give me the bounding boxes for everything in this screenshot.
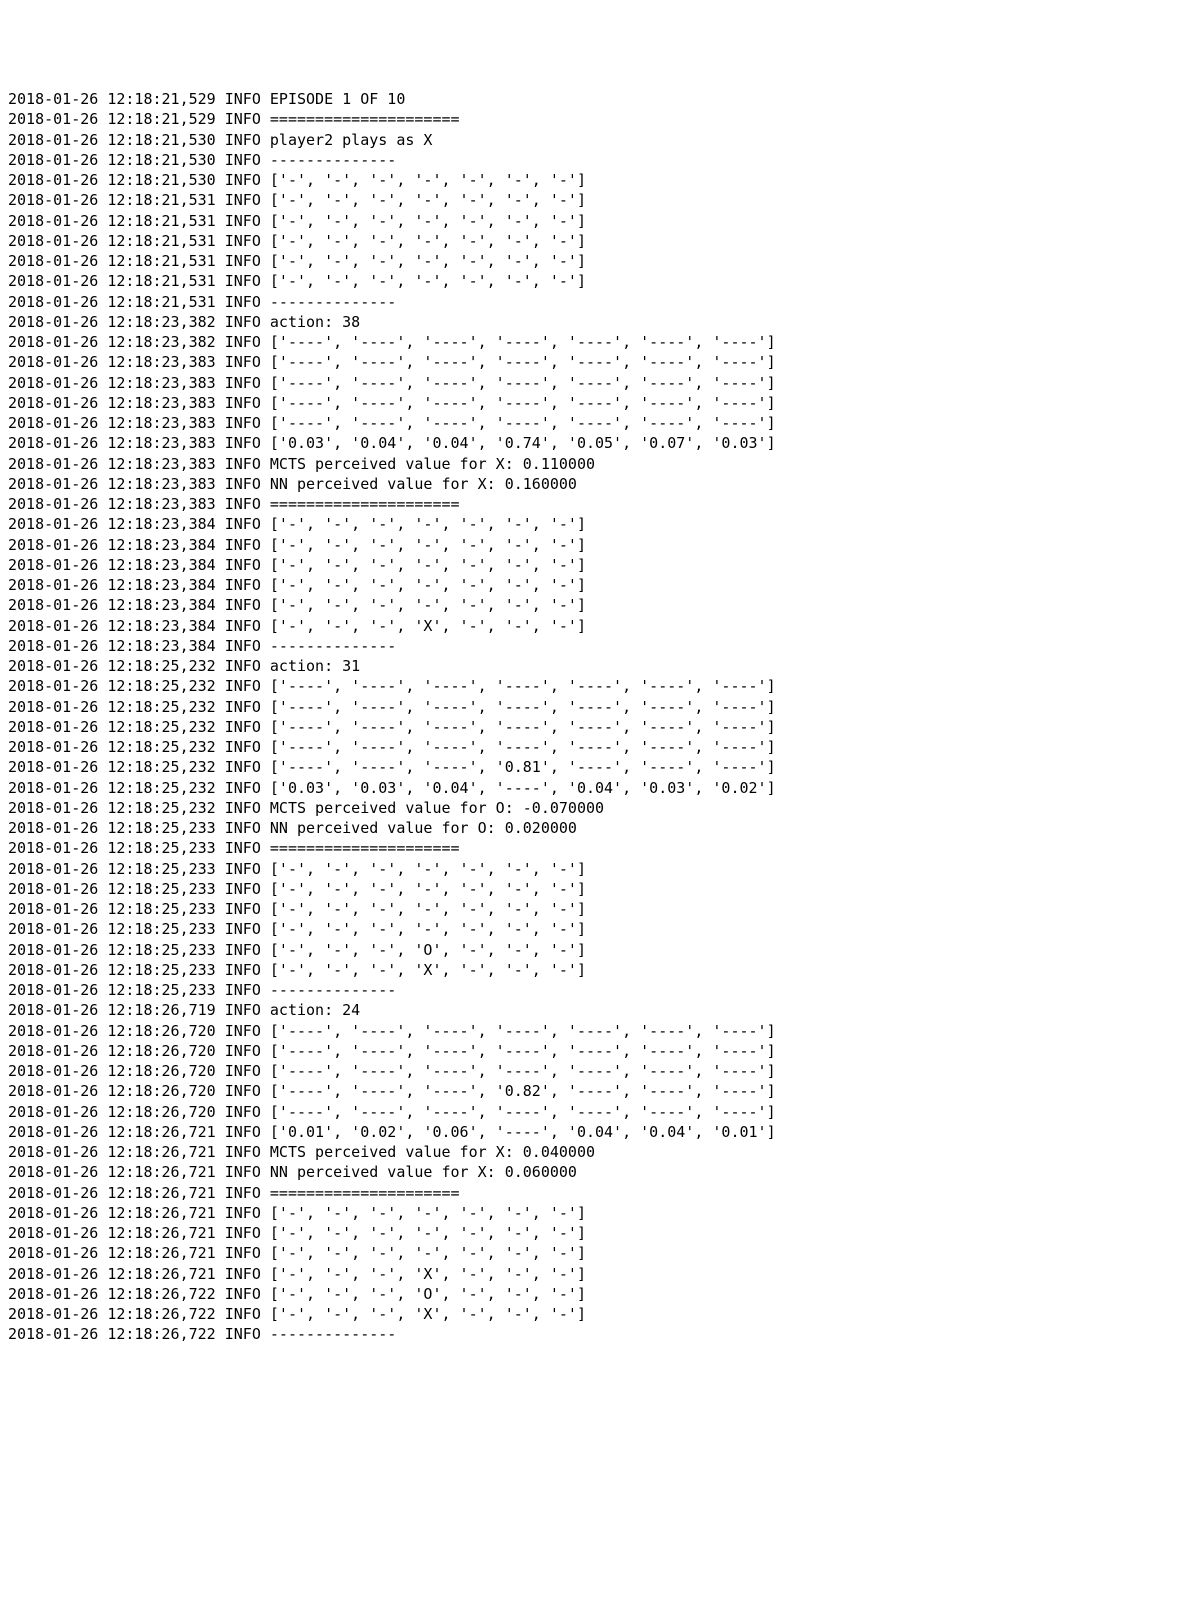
- log-line: 2018-01-26 12:18:26,720 INFO ['----', '-…: [8, 1102, 1178, 1122]
- log-line: 2018-01-26 12:18:21,531 INFO ['-', '-', …: [8, 231, 1178, 251]
- log-line: 2018-01-26 12:18:23,382 INFO action: 38: [8, 312, 1178, 332]
- log-line: 2018-01-26 12:18:25,232 INFO ['----', '-…: [8, 676, 1178, 696]
- log-line: 2018-01-26 12:18:25,233 INFO ['-', '-', …: [8, 960, 1178, 980]
- log-line: 2018-01-26 12:18:26,720 INFO ['----', '-…: [8, 1061, 1178, 1081]
- log-line: 2018-01-26 12:18:21,529 INFO EPISODE 1 O…: [8, 89, 1178, 109]
- log-line: 2018-01-26 12:18:26,721 INFO ===========…: [8, 1183, 1178, 1203]
- log-line: 2018-01-26 12:18:21,531 INFO ['-', '-', …: [8, 251, 1178, 271]
- log-line: 2018-01-26 12:18:21,531 INFO ['-', '-', …: [8, 271, 1178, 291]
- log-line: 2018-01-26 12:18:21,531 INFO ['-', '-', …: [8, 211, 1178, 231]
- log-line: 2018-01-26 12:18:25,233 INFO NN perceive…: [8, 818, 1178, 838]
- log-line: 2018-01-26 12:18:25,233 INFO ['-', '-', …: [8, 879, 1178, 899]
- log-line: 2018-01-26 12:18:23,384 INFO ['-', '-', …: [8, 595, 1178, 615]
- log-line: 2018-01-26 12:18:21,531 INFO ['-', '-', …: [8, 190, 1178, 210]
- log-line: 2018-01-26 12:18:25,233 INFO ['-', '-', …: [8, 919, 1178, 939]
- log-line: 2018-01-26 12:18:23,383 INFO ['0.03', '0…: [8, 433, 1178, 453]
- log-line: 2018-01-26 12:18:26,721 INFO ['-', '-', …: [8, 1223, 1178, 1243]
- log-line: 2018-01-26 12:18:21,530 INFO player2 pla…: [8, 130, 1178, 150]
- log-line: 2018-01-26 12:18:25,233 INFO ['-', '-', …: [8, 859, 1178, 879]
- log-line: 2018-01-26 12:18:26,721 INFO MCTS percei…: [8, 1142, 1178, 1162]
- log-line: 2018-01-26 12:18:26,719 INFO action: 24: [8, 1000, 1178, 1020]
- log-line: 2018-01-26 12:18:21,531 INFO -----------…: [8, 292, 1178, 312]
- log-line: 2018-01-26 12:18:26,721 INFO ['-', '-', …: [8, 1243, 1178, 1263]
- log-line: 2018-01-26 12:18:26,721 INFO ['-', '-', …: [8, 1203, 1178, 1223]
- log-line: 2018-01-26 12:18:21,530 INFO -----------…: [8, 150, 1178, 170]
- log-line: 2018-01-26 12:18:26,722 INFO -----------…: [8, 1324, 1178, 1344]
- log-line: 2018-01-26 12:18:26,722 INFO ['-', '-', …: [8, 1304, 1178, 1324]
- log-line: 2018-01-26 12:18:26,720 INFO ['----', '-…: [8, 1081, 1178, 1101]
- log-line: 2018-01-26 12:18:23,383 INFO ['----', '-…: [8, 352, 1178, 372]
- log-line: 2018-01-26 12:18:25,233 INFO ===========…: [8, 838, 1178, 858]
- log-line: 2018-01-26 12:18:25,232 INFO action: 31: [8, 656, 1178, 676]
- log-line: 2018-01-26 12:18:23,383 INFO ['----', '-…: [8, 393, 1178, 413]
- log-line: 2018-01-26 12:18:25,232 INFO ['----', '-…: [8, 757, 1178, 777]
- log-line: 2018-01-26 12:18:23,383 INFO ===========…: [8, 494, 1178, 514]
- log-line: 2018-01-26 12:18:25,232 INFO ['----', '-…: [8, 697, 1178, 717]
- log-line: 2018-01-26 12:18:26,721 INFO ['-', '-', …: [8, 1264, 1178, 1284]
- log-line: 2018-01-26 12:18:25,232 INFO ['----', '-…: [8, 717, 1178, 737]
- log-line: 2018-01-26 12:18:26,721 INFO NN perceive…: [8, 1162, 1178, 1182]
- log-line: 2018-01-26 12:18:23,382 INFO ['----', '-…: [8, 332, 1178, 352]
- log-line: 2018-01-26 12:18:26,720 INFO ['----', '-…: [8, 1041, 1178, 1061]
- log-line: 2018-01-26 12:18:23,384 INFO -----------…: [8, 636, 1178, 656]
- log-line: 2018-01-26 12:18:23,384 INFO ['-', '-', …: [8, 514, 1178, 534]
- log-line: 2018-01-26 12:18:25,233 INFO -----------…: [8, 980, 1178, 1000]
- log-line: 2018-01-26 12:18:25,232 INFO ['0.03', '0…: [8, 778, 1178, 798]
- log-line: 2018-01-26 12:18:23,383 INFO MCTS percei…: [8, 454, 1178, 474]
- log-line: 2018-01-26 12:18:23,384 INFO ['-', '-', …: [8, 575, 1178, 595]
- log-line: 2018-01-26 12:18:23,384 INFO ['-', '-', …: [8, 616, 1178, 636]
- log-line: 2018-01-26 12:18:23,384 INFO ['-', '-', …: [8, 555, 1178, 575]
- log-line: 2018-01-26 12:18:25,232 INFO MCTS percei…: [8, 798, 1178, 818]
- log-line: 2018-01-26 12:18:25,233 INFO ['-', '-', …: [8, 899, 1178, 919]
- log-line: 2018-01-26 12:18:23,383 INFO ['----', '-…: [8, 373, 1178, 393]
- log-line: 2018-01-26 12:18:26,722 INFO ['-', '-', …: [8, 1284, 1178, 1304]
- log-output: 2018-01-26 12:18:21,529 INFO EPISODE 1 O…: [8, 89, 1178, 1345]
- log-line: 2018-01-26 12:18:25,233 INFO ['-', '-', …: [8, 940, 1178, 960]
- log-line: 2018-01-26 12:18:21,529 INFO ===========…: [8, 109, 1178, 129]
- log-line: 2018-01-26 12:18:26,720 INFO ['----', '-…: [8, 1021, 1178, 1041]
- log-line: 2018-01-26 12:18:26,721 INFO ['0.01', '0…: [8, 1122, 1178, 1142]
- log-line: 2018-01-26 12:18:23,383 INFO NN perceive…: [8, 474, 1178, 494]
- log-line: 2018-01-26 12:18:23,383 INFO ['----', '-…: [8, 413, 1178, 433]
- log-line: 2018-01-26 12:18:23,384 INFO ['-', '-', …: [8, 535, 1178, 555]
- log-line: 2018-01-26 12:18:25,232 INFO ['----', '-…: [8, 737, 1178, 757]
- log-line: 2018-01-26 12:18:21,530 INFO ['-', '-', …: [8, 170, 1178, 190]
